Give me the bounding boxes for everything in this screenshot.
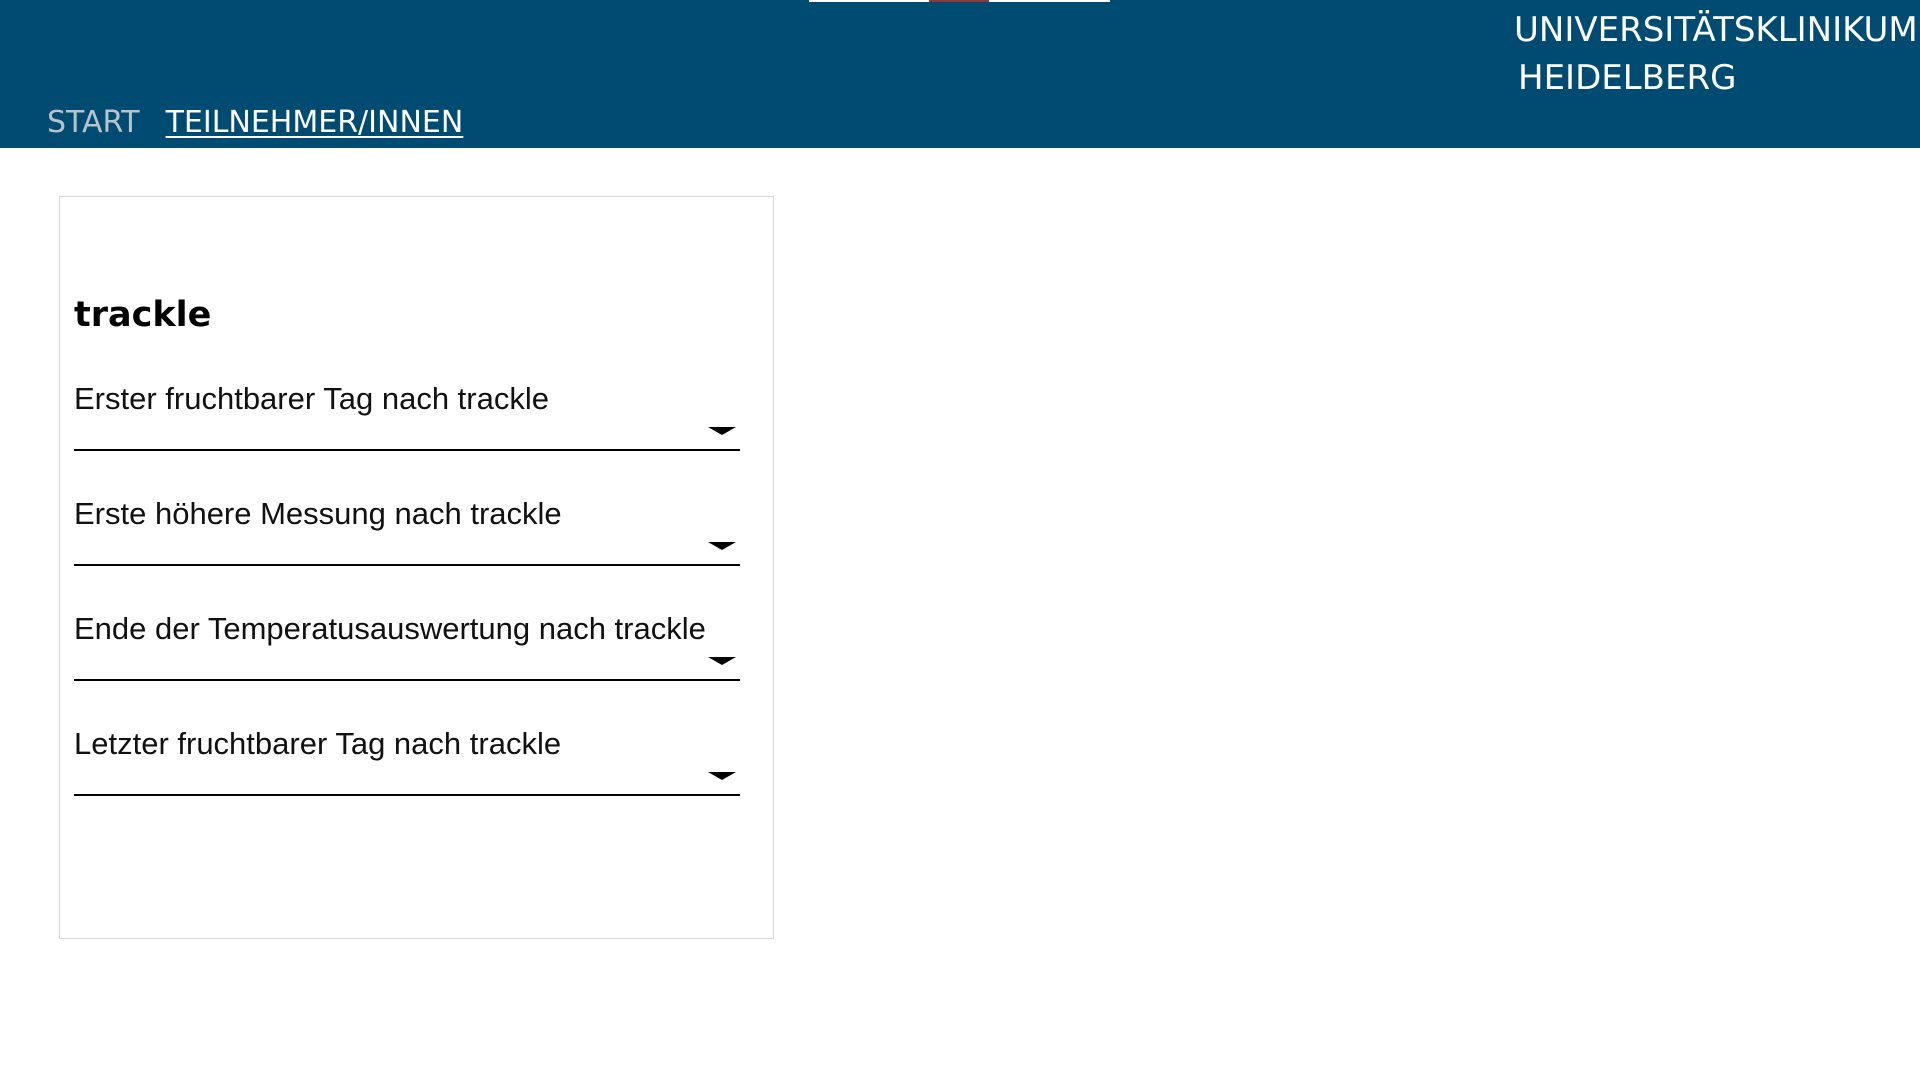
app-header: UNIVERSITÄTSKLINIKUM HEIDELBERG START TE… xyxy=(0,0,1920,148)
top-indicator-mark xyxy=(929,0,989,2)
trackle-card: trackle Erster fruchtbarer Tag nach trac… xyxy=(59,196,774,939)
select-first-higher-measurement[interactable]: Erste höhere Messung nach trackle xyxy=(74,494,740,566)
select-end-temperature-evaluation[interactable]: Ende der Temperatusauswertung nach track… xyxy=(74,609,740,681)
select-label: Erster fruchtbarer Tag nach trackle xyxy=(74,381,549,416)
logo-line-1: UNIVERSITÄTSKLINIKUM xyxy=(1514,10,1918,50)
chevron-down-icon[interactable] xyxy=(708,542,736,550)
main-nav: START TEILNEHMER/INNEN xyxy=(47,104,463,142)
select-label: Letzter fruchtbarer Tag nach trackle xyxy=(74,726,562,761)
logo-line-2: HEIDELBERG xyxy=(1518,58,1737,98)
chevron-down-icon[interactable] xyxy=(708,772,736,780)
card-title: trackle xyxy=(74,295,212,335)
top-indicator-bar xyxy=(809,0,1110,2)
chevron-down-icon[interactable] xyxy=(708,657,736,665)
select-last-fertile-day[interactable]: Letzter fruchtbarer Tag nach trackle xyxy=(74,724,740,796)
chevron-down-icon[interactable] xyxy=(708,427,736,435)
nav-item-start[interactable]: START xyxy=(47,104,140,142)
university-logo[interactable]: UNIVERSITÄTSKLINIKUM HEIDELBERG xyxy=(1514,6,1918,102)
select-label: Erste höhere Messung nach trackle xyxy=(74,496,562,531)
select-first-fertile-day[interactable]: Erster fruchtbarer Tag nach trackle xyxy=(74,379,740,451)
nav-item-teilnehmer[interactable]: TEILNEHMER/INNEN xyxy=(166,104,464,142)
select-label: Ende der Temperatusauswertung nach track… xyxy=(74,611,706,646)
